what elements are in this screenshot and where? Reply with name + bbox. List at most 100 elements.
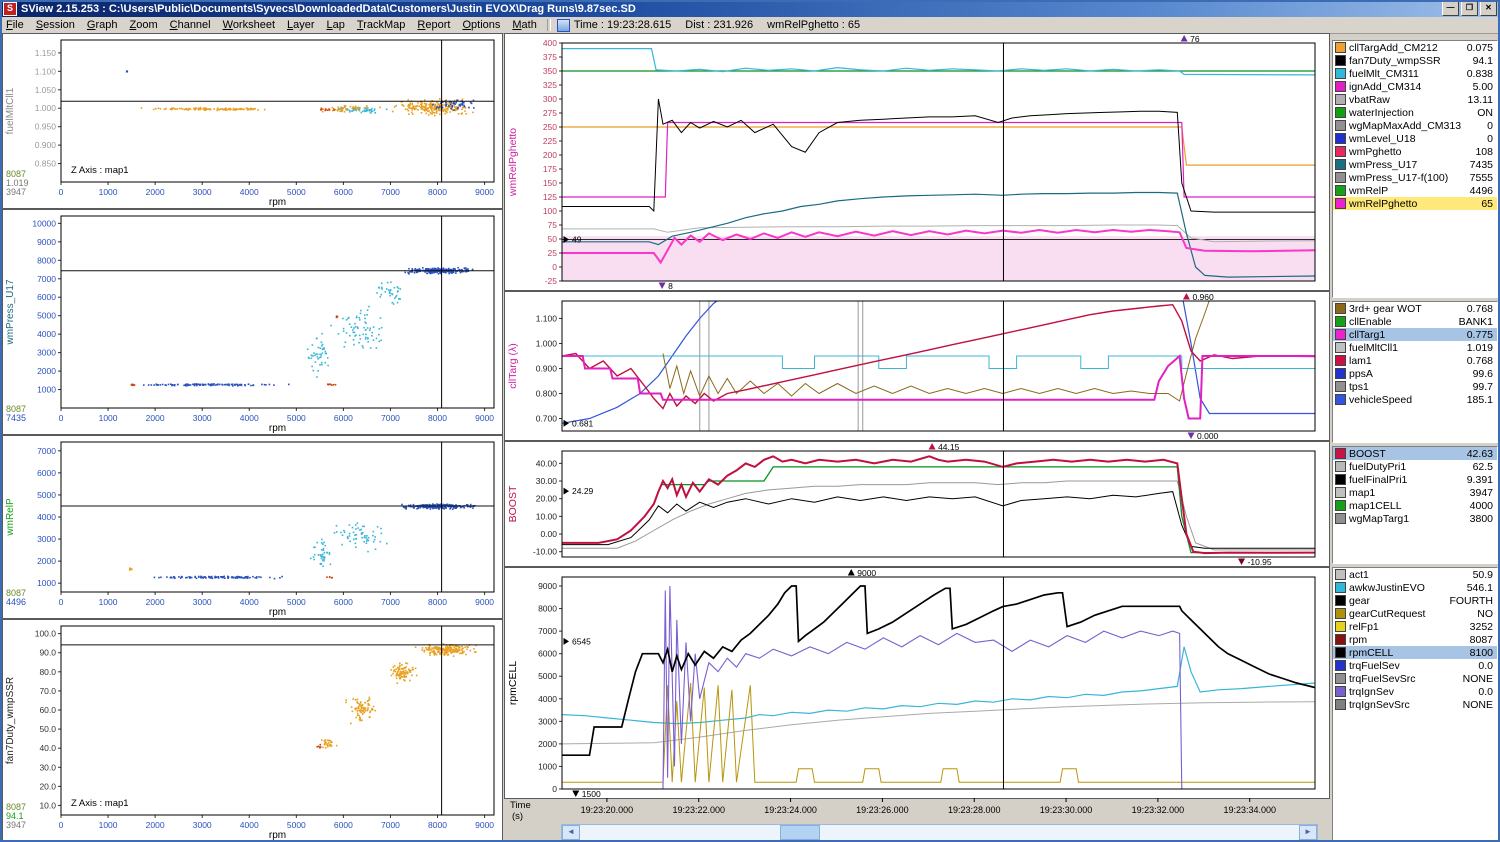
menu-item-trackmap[interactable]: TrackMap [351, 18, 412, 32]
channel-row-fuelMlt_CM311[interactable]: fuelMlt_CM3110.838 [1333, 67, 1497, 80]
chart-rpmcell-time[interactable]: rpmCELL900080007000600050004000300020001… [504, 567, 1330, 799]
menu-item-worksheet[interactable]: Worksheet [217, 18, 281, 32]
channel-row-map1[interactable]: map13947 [1333, 486, 1497, 499]
time-axis: Time(s)19:23:20.00019:23:22.00019:23:24.… [504, 798, 1328, 823]
channel-row-map1CELL[interactable]: map1CELL4000 [1333, 499, 1497, 512]
menu-item-math[interactable]: Math [506, 18, 542, 32]
menu-item-session[interactable]: Session [30, 18, 81, 32]
channel-row-3rd+ gear WOT[interactable]: 3rd+ gear WOT0.768 [1333, 302, 1497, 315]
channel-row-fuelDutyPri1[interactable]: fuelDutyPri162.5 [1333, 460, 1497, 473]
scrollbar-thumb[interactable] [780, 825, 820, 840]
menu-item-options[interactable]: Options [456, 18, 506, 32]
channel-name: cllTargAdd_CM212 [1349, 42, 1467, 54]
scrollbar-track[interactable] [580, 825, 1299, 840]
channel-row-wmLevel_U18[interactable]: wmLevel_U180 [1333, 132, 1497, 145]
channel-row-lam1[interactable]: lam10.768 [1333, 354, 1497, 367]
svg-text:250: 250 [543, 122, 557, 132]
svg-text:6545: 6545 [572, 636, 591, 646]
app-icon: S [3, 2, 17, 16]
channel-row-rpmCELL[interactable]: rpmCELL8100 [1333, 646, 1497, 659]
channel-row-wgMapTarg1[interactable]: wgMapTarg13800 [1333, 512, 1497, 525]
channel-row-awkwJustinEVO[interactable]: awkwJustinEVO546.1 [1333, 581, 1497, 594]
svg-text:rpm: rpm [269, 830, 286, 841]
menu-item-lap[interactable]: Lap [321, 18, 351, 32]
scroll-left-button[interactable]: ◄ [562, 825, 580, 840]
channel-row-cllEnable[interactable]: cllEnableBANK1 [1333, 315, 1497, 328]
channel-row-rpm[interactable]: rpm8087 [1333, 633, 1497, 646]
menu-item-channel[interactable]: Channel [164, 18, 217, 32]
channel-row-wmPghetto[interactable]: wmPghetto108 [1333, 145, 1497, 158]
channel-name: cllEnable [1349, 316, 1459, 328]
svg-text:9000: 9000 [857, 568, 876, 578]
svg-text:7000: 7000 [37, 446, 56, 456]
scroll-right-button[interactable]: ► [1299, 825, 1317, 840]
channel-color-swatch [1335, 316, 1346, 327]
channel-color-swatch [1335, 355, 1346, 366]
channel-row-trqFuelSev[interactable]: trqFuelSev0.0 [1333, 659, 1497, 672]
chart-wmPress-vs-rpm[interactable]: wmPress_U1710000900080007000600050004000… [2, 209, 503, 435]
svg-text:2000: 2000 [146, 187, 165, 197]
menu-items: FileSessionGraphZoomChannelWorksheetLaye… [0, 18, 543, 32]
svg-text:5000: 5000 [37, 311, 56, 321]
channel-row-tps1[interactable]: tps199.7 [1333, 380, 1497, 393]
chart-cllTarg-time[interactable]: cllTarg (λ)1.1001.0000.9000.8000.7000.96… [504, 291, 1330, 441]
svg-text:4000: 4000 [37, 512, 56, 522]
menu-item-layer[interactable]: Layer [281, 18, 321, 32]
svg-text:80.0: 80.0 [39, 667, 56, 677]
menu-item-graph[interactable]: Graph [81, 18, 124, 32]
chart-fan7Duty-vs-rpm[interactable]: fan7Duty_wmpSSR100.090.080.070.060.050.0… [2, 619, 503, 842]
channel-row-wmRelP[interactable]: wmRelP4496 [1333, 184, 1497, 197]
chart-fuelMltCll1-vs-rpm[interactable]: fuelMltCll11.1501.1001.0501.0000.9500.90… [2, 33, 503, 209]
svg-text:24.29: 24.29 [572, 486, 594, 496]
channel-row-fuelFinalPri1[interactable]: fuelFinalPri19.391 [1333, 473, 1497, 486]
chart-wmRelPghetto-time[interactable]: wmRelPghetto4003753503253002752502252001… [504, 33, 1330, 291]
channel-row-trqFuelSevSrc[interactable]: trqFuelSevSrcNONE [1333, 672, 1497, 685]
channel-row-vehicleSpeed[interactable]: vehicleSpeed185.1 [1333, 393, 1497, 406]
channel-row-wmPress_U17[interactable]: wmPress_U177435 [1333, 158, 1497, 171]
channel-row-wmPress_U17-f(100)[interactable]: wmPress_U17-f(100)7555 [1333, 171, 1497, 184]
svg-text:200: 200 [543, 150, 557, 160]
menu-item-report[interactable]: Report [411, 18, 456, 32]
menu-item-zoom[interactable]: Zoom [123, 18, 163, 32]
menu-item-file[interactable]: File [0, 18, 30, 32]
horizontal-scrollbar[interactable]: ◄ ► [561, 824, 1318, 841]
svg-text:6000: 6000 [37, 468, 56, 478]
channel-row-BOOST[interactable]: BOOST42.63 [1333, 447, 1497, 460]
channel-row-cllTargAdd_CM212[interactable]: cllTargAdd_CM2120.075 [1333, 41, 1497, 54]
channel-row-act1[interactable]: act150.9 [1333, 568, 1497, 581]
chart-wmRelP-vs-rpm[interactable]: wmRelP7000600050004000300020001000010002… [2, 435, 503, 619]
svg-text:50.0: 50.0 [39, 724, 56, 734]
channel-row-ignAdd_CM314[interactable]: ignAdd_CM3145.00 [1333, 80, 1497, 93]
channel-row-cllTarg1[interactable]: cllTarg10.775 [1333, 328, 1497, 341]
channel-row-vbatRaw[interactable]: vbatRaw13.11 [1333, 93, 1497, 106]
svg-text:wmRelP: wmRelP [5, 498, 16, 537]
channel-row-fan7Duty_wmpSSR[interactable]: fan7Duty_wmpSSR94.1 [1333, 54, 1497, 67]
channel-color-swatch [1335, 68, 1346, 79]
channel-row-waterInjection[interactable]: waterInjectionON [1333, 106, 1497, 119]
channel-value: 185.1 [1467, 394, 1495, 406]
channel-row-trqIgnSev[interactable]: trqIgnSev0.0 [1333, 685, 1497, 698]
channel-value: 8087 [1470, 634, 1495, 646]
close-button[interactable]: ✕ [1480, 1, 1497, 16]
channel-color-swatch [1335, 342, 1346, 353]
restore-button[interactable]: ❐ [1461, 1, 1478, 16]
channel-row-gear[interactable]: gearFOURTH [1333, 594, 1497, 607]
channel-value: 8100 [1470, 647, 1495, 659]
channel-row-relFp1[interactable]: relFp13252 [1333, 620, 1497, 633]
svg-text:wmPress_U17: wmPress_U17 [5, 279, 16, 345]
channel-row-trqIgnSevSrc[interactable]: trqIgnSevSrcNONE [1333, 698, 1497, 711]
channel-row-fuelMltCll1[interactable]: fuelMltCll11.019 [1333, 341, 1497, 354]
minimize-button[interactable]: — [1442, 1, 1459, 16]
svg-text:7000: 7000 [381, 187, 400, 197]
channel-row-wgMapMaxAdd_CM313[interactable]: wgMapMaxAdd_CM3130 [1333, 119, 1497, 132]
channel-row-wmRelPghetto[interactable]: wmRelPghetto65 [1333, 197, 1497, 210]
chart-boost-time[interactable]: BOOST40.0030.0020.0010.000.00-10.0044.15… [504, 441, 1330, 567]
channel-row-gearCutRequest[interactable]: gearCutRequestNO [1333, 607, 1497, 620]
channel-group: BOOST42.63fuelDutyPri162.5fuelFinalPri19… [1332, 446, 1498, 564]
svg-text:8000: 8000 [428, 597, 447, 607]
channel-group: 3rd+ gear WOT0.768cllEnableBANK1cllTarg1… [1332, 301, 1498, 443]
svg-text:1000: 1000 [37, 578, 56, 588]
channel-row-ppsA[interactable]: ppsA99.6 [1333, 367, 1497, 380]
svg-text:1000: 1000 [99, 187, 118, 197]
svg-text:1.000: 1.000 [35, 103, 57, 113]
